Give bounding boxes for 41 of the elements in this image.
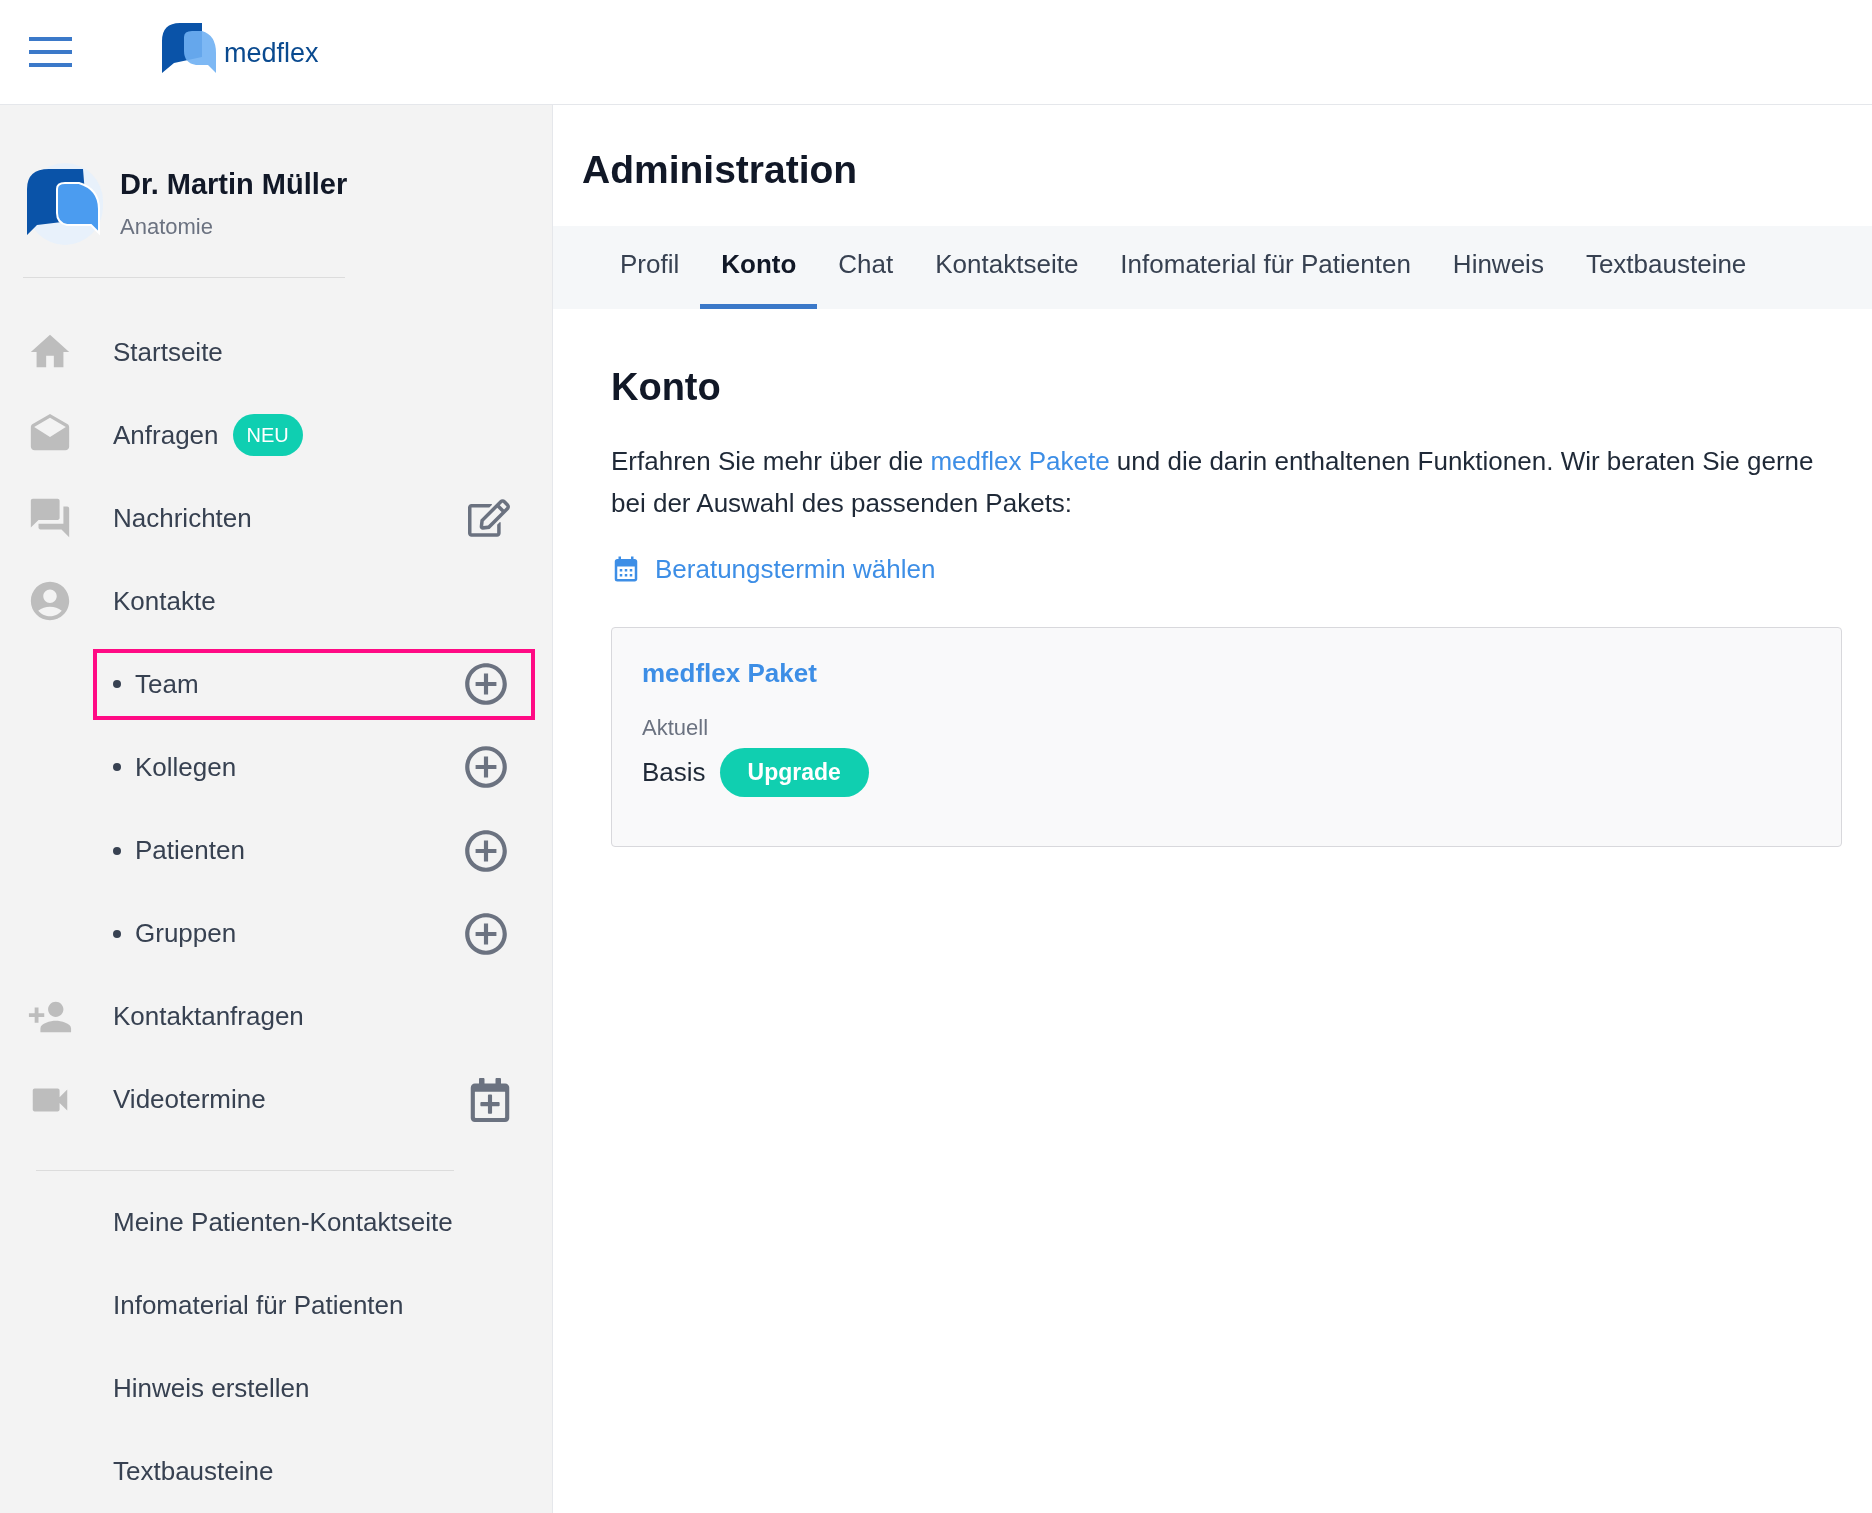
nav-subitem[interactable]: Patienten xyxy=(113,831,245,871)
compose-button[interactable] xyxy=(468,497,510,540)
new-badge: NEU xyxy=(232,414,303,457)
menu-button[interactable] xyxy=(29,37,72,67)
logo-text: medflex xyxy=(224,36,319,70)
tab[interactable]: Profil xyxy=(599,225,701,309)
nav-subitem[interactable]: Gruppen xyxy=(113,914,237,954)
nav-item[interactable]: Nachrichten xyxy=(0,495,252,542)
bullet-icon xyxy=(113,846,121,855)
nav-item[interactable]: Anfragen xyxy=(0,412,219,459)
nav-subitem[interactable]: Team xyxy=(113,664,199,704)
tab[interactable]: Textbausteine xyxy=(1564,225,1768,309)
user-name: Dr. Martin Müller xyxy=(120,166,348,202)
menu-icon xyxy=(29,37,72,67)
nav-item[interactable]: Kontaktanfragen xyxy=(0,993,304,1040)
schedule-button[interactable] xyxy=(470,1077,510,1122)
tab[interactable]: Kontaktseite xyxy=(914,225,1100,309)
page-title: Administration xyxy=(582,147,859,193)
tab[interactable]: Hinweis xyxy=(1431,225,1565,309)
user-specialty: Anatomie xyxy=(120,212,214,241)
sidebar-link[interactable]: Infomaterial für Patienten xyxy=(113,1286,404,1326)
nav-subitem[interactable]: Kollegen xyxy=(113,747,237,787)
card-title: medflex Paket xyxy=(642,656,818,690)
nav-item[interactable]: Videotermine xyxy=(0,1076,266,1123)
tab[interactable]: Konto xyxy=(700,225,818,309)
sidebar-link[interactable]: Hinweis erstellen xyxy=(113,1369,310,1409)
tab[interactable]: Infomaterial für Patienten xyxy=(1099,225,1432,309)
intro-paragraph: Erfahren Sie mehr über die medflex Pakete und die darin enthaltenen Funktionen. Wir beraten Sie gerne bei der Auswahl des passenden Pakets: xyxy=(611,444,1815,520)
sidebar-link[interactable]: Meine Patienten-Kontaktseite xyxy=(113,1203,453,1243)
bullet-icon xyxy=(113,929,121,938)
edit-icon xyxy=(468,497,510,540)
sidebar-link[interactable]: Textbausteine xyxy=(113,1451,274,1491)
nav-item[interactable]: Startseite xyxy=(0,329,223,376)
calendar-plus-icon xyxy=(470,1077,510,1122)
plan-label: Aktuell xyxy=(642,713,710,742)
bullet-icon xyxy=(113,680,121,689)
plan-name: Basis xyxy=(642,755,706,789)
section-heading: Konto xyxy=(611,364,722,410)
bullet-icon xyxy=(113,763,121,772)
nav-item[interactable]: Kontakte xyxy=(0,578,216,625)
tab[interactable]: Chat xyxy=(817,225,915,309)
